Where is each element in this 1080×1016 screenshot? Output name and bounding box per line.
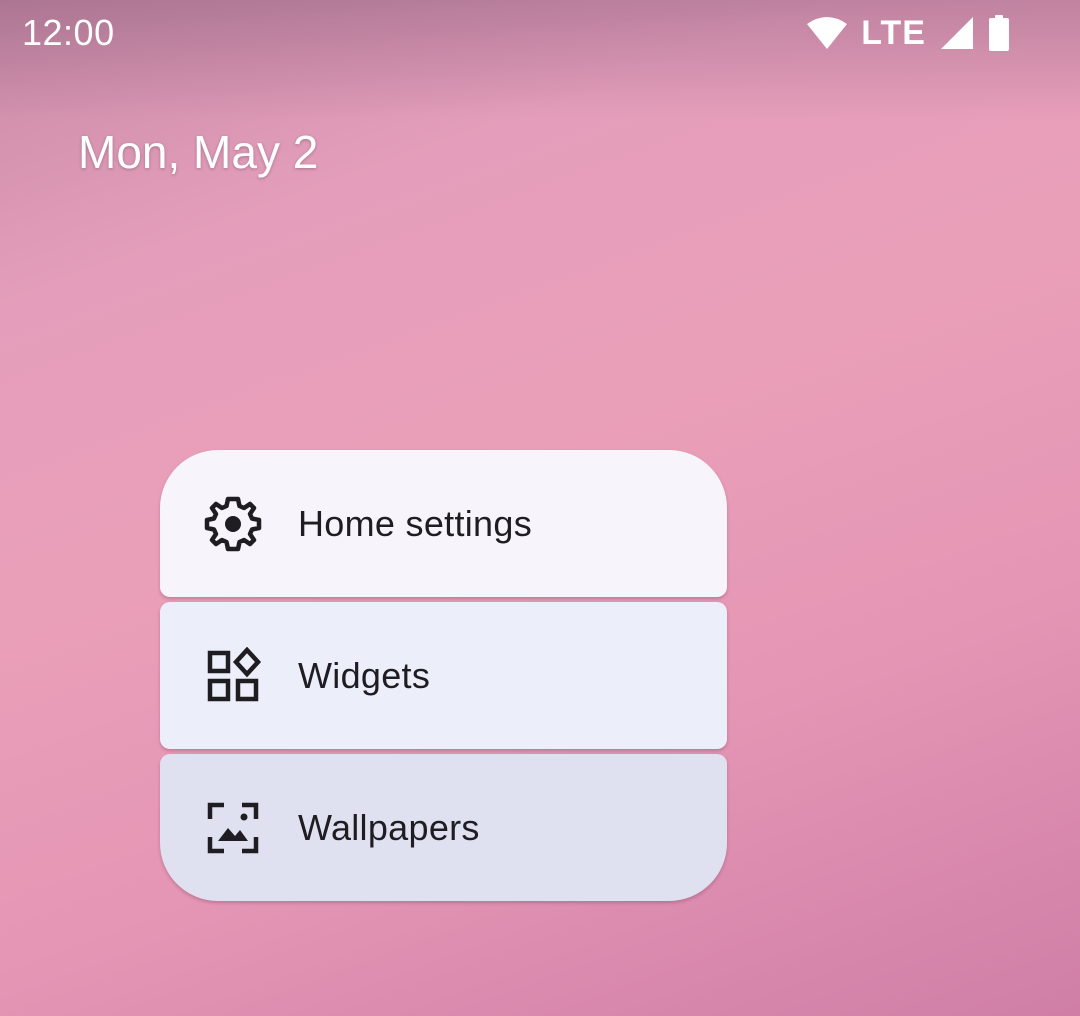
status-clock: 12:00 <box>22 12 115 53</box>
gear-icon <box>204 496 262 551</box>
menu-item-widgets[interactable]: Widgets <box>160 602 727 749</box>
widgets-icon <box>207 646 262 701</box>
status-icons: LTE <box>807 12 1010 54</box>
menu-item-label: Wallpapers <box>298 806 480 848</box>
date-widget[interactable]: Mon, May 2 <box>78 124 318 180</box>
network-type-label: LTE <box>861 14 926 52</box>
home-long-press-menu: Home settings Widgets Wallpapers <box>160 450 727 901</box>
status-bar: 12:00 LTE <box>0 0 1080 66</box>
menu-item-wallpapers[interactable]: Wallpapers <box>160 754 727 901</box>
cellular-signal-icon <box>941 17 973 49</box>
menu-item-label: Widgets <box>298 654 431 696</box>
wifi-icon <box>807 17 848 49</box>
battery-icon <box>989 15 1009 51</box>
menu-item-home-settings[interactable]: Home settings <box>160 450 727 597</box>
wallpaper-icon <box>207 802 259 853</box>
menu-item-label: Home settings <box>298 502 532 544</box>
